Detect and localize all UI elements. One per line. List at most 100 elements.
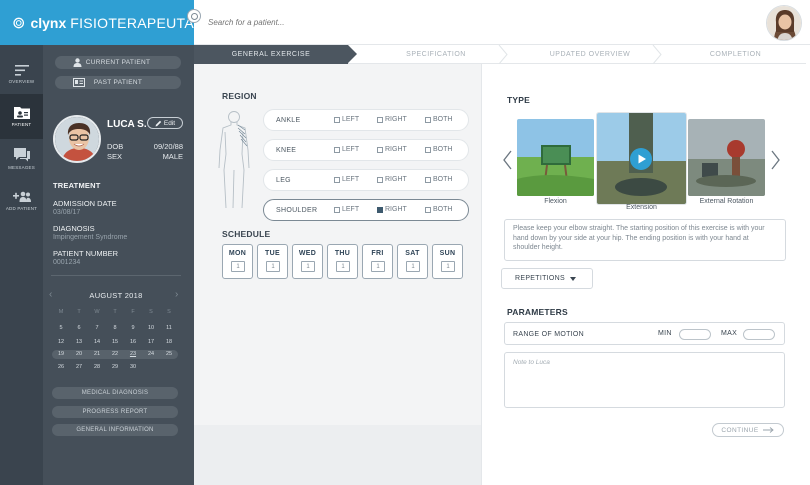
rail-item-overview[interactable]: OVERVIEW (0, 52, 43, 97)
day-count-input[interactable]: 1 (371, 261, 385, 272)
leg-both-checkbox[interactable]: BOTH (425, 176, 452, 183)
repetitions-dropdown[interactable]: REPETITIONS (501, 268, 593, 289)
exercise-thumbnail-flexion[interactable] (517, 119, 594, 196)
calendar-day[interactable]: 13 (70, 339, 88, 345)
schedule-day-tue[interactable]: TUE 1 (257, 244, 288, 279)
calendar-week: 19 20 21 22 23 24 25 (52, 350, 178, 359)
region-row-leg[interactable]: LEG LEFT RIGHT BOTH (263, 169, 469, 191)
step-updated-overview[interactable]: UPDATED OVERVIEW (515, 45, 665, 64)
calendar-next-icon[interactable]: › (175, 289, 178, 300)
brand-header[interactable]: clynx FISIOTERAPEUTA (0, 0, 194, 45)
leg-left-checkbox[interactable]: LEFT (334, 176, 359, 183)
step-general-exercise[interactable]: GENERAL EXERCISE (194, 45, 348, 64)
day-count-input[interactable]: 1 (301, 261, 315, 272)
calendar-day[interactable]: 8 (106, 325, 124, 331)
day-count-input[interactable]: 1 (441, 261, 455, 272)
calendar-day[interactable]: 15 (106, 339, 124, 345)
calendar-day[interactable]: 24 (142, 351, 160, 357)
rail-item-add-patient[interactable]: ADD PATIENT (0, 178, 43, 223)
calendar-day[interactable]: 21 (88, 351, 106, 357)
knee-both-checkbox[interactable]: BOTH (425, 146, 452, 153)
checkbox[interactable] (334, 176, 340, 183)
carousel-prev-icon[interactable] (502, 150, 514, 170)
medical-diagnosis-button[interactable]: MEDICAL DIAGNOSIS (52, 387, 178, 399)
checkbox[interactable] (377, 116, 383, 123)
continue-button[interactable]: CONTINUE (712, 423, 784, 437)
carousel-next-icon[interactable] (769, 150, 781, 170)
calendar-day[interactable]: 19 (52, 351, 70, 357)
note-textarea[interactable]: Note to Luca (504, 352, 785, 408)
shoulder-left-checkbox[interactable]: LEFT (334, 206, 359, 213)
checkbox[interactable] (425, 146, 431, 153)
calendar-day[interactable]: 26 (52, 364, 70, 370)
schedule-day-mon[interactable]: MON 1 (222, 244, 253, 279)
general-information-button[interactable]: GENERAL INFORMATION (52, 424, 178, 436)
schedule-day-wed[interactable]: WED 1 (292, 244, 323, 279)
region-row-ankle[interactable]: ANKLE LEFT RIGHT BOTH (263, 109, 469, 131)
calendar-day[interactable]: 20 (70, 351, 88, 357)
search-icon[interactable] (187, 9, 201, 23)
day-count-input[interactable]: 1 (231, 261, 245, 272)
calendar-day[interactable]: 29 (106, 364, 124, 370)
day-count-input[interactable]: 1 (266, 261, 280, 272)
checkbox[interactable] (334, 146, 340, 153)
rail-item-patient[interactable]: PATIENT (0, 94, 43, 139)
calendar-day-today[interactable]: 23 (124, 351, 142, 357)
checkbox[interactable] (425, 206, 431, 213)
calendar-day[interactable]: 10 (142, 325, 160, 331)
checkbox[interactable] (334, 206, 340, 213)
day-count-input[interactable]: 1 (336, 261, 350, 272)
calendar-day[interactable]: 18 (160, 339, 178, 345)
checkbox[interactable] (425, 116, 431, 123)
knee-right-checkbox[interactable]: RIGHT (377, 146, 407, 153)
user-avatar[interactable] (766, 5, 802, 41)
current-patient-button[interactable]: CURRENT PATIENT (55, 56, 181, 69)
calendar-day[interactable]: 28 (88, 364, 106, 370)
play-button[interactable] (630, 148, 652, 170)
calendar-day[interactable]: 6 (70, 325, 88, 331)
checkbox-checked[interactable] (377, 206, 383, 213)
calendar-day[interactable]: 27 (70, 364, 88, 370)
exercise-thumbnail-external-rotation[interactable] (688, 119, 765, 196)
calendar-prev-icon[interactable]: ‹ (49, 289, 52, 300)
region-row-shoulder[interactable]: SHOULDER LEFT RIGHT BOTH (263, 199, 469, 221)
region-row-knee[interactable]: KNEE LEFT RIGHT BOTH (263, 139, 469, 161)
shoulder-both-checkbox[interactable]: BOTH (425, 206, 452, 213)
knee-left-checkbox[interactable]: LEFT (334, 146, 359, 153)
shoulder-right-checkbox[interactable]: RIGHT (377, 206, 407, 213)
search-input[interactable] (208, 14, 488, 30)
calendar-day[interactable]: 22 (106, 351, 124, 357)
progress-report-button[interactable]: PROGRESS REPORT (52, 406, 178, 418)
checkbox[interactable] (377, 146, 383, 153)
calendar-day[interactable]: 9 (124, 325, 142, 331)
ankle-both-checkbox[interactable]: BOTH (425, 116, 452, 123)
calendar-day[interactable]: 16 (124, 339, 142, 345)
past-patient-button[interactable]: PAST PATIENT (55, 76, 181, 89)
ankle-left-checkbox[interactable]: LEFT (334, 116, 359, 123)
schedule-day-sun[interactable]: SUN 1 (432, 244, 463, 279)
min-input[interactable] (679, 329, 711, 340)
rail-item-messages[interactable]: MESSAGES (0, 136, 43, 181)
calendar-day[interactable]: 12 (52, 339, 70, 345)
leg-right-checkbox[interactable]: RIGHT (377, 176, 407, 183)
calendar-day[interactable]: 7 (88, 325, 106, 331)
exercise-thumbnail-extension[interactable] (597, 113, 686, 204)
calendar-day[interactable]: 11 (160, 325, 178, 331)
schedule-day-sat[interactable]: SAT 1 (397, 244, 428, 279)
calendar-day[interactable]: 5 (52, 325, 70, 331)
checkbox[interactable] (425, 176, 431, 183)
checkbox[interactable] (377, 176, 383, 183)
ankle-right-checkbox[interactable]: RIGHT (377, 116, 407, 123)
schedule-day-fri[interactable]: FRI 1 (362, 244, 393, 279)
calendar-day[interactable]: 25 (160, 351, 178, 357)
max-input[interactable] (743, 329, 775, 340)
schedule-day-thu[interactable]: THU 1 (327, 244, 358, 279)
checkbox[interactable] (334, 116, 340, 123)
step-specification[interactable]: SPECIFICATION (357, 45, 515, 64)
step-completion[interactable]: COMPLETION (665, 45, 806, 64)
edit-patient-button[interactable]: Edit (147, 117, 183, 129)
calendar-day[interactable]: 30 (124, 364, 142, 370)
calendar-day[interactable]: 14 (88, 339, 106, 345)
calendar-day[interactable]: 17 (142, 339, 160, 345)
day-count-input[interactable]: 1 (406, 261, 420, 272)
